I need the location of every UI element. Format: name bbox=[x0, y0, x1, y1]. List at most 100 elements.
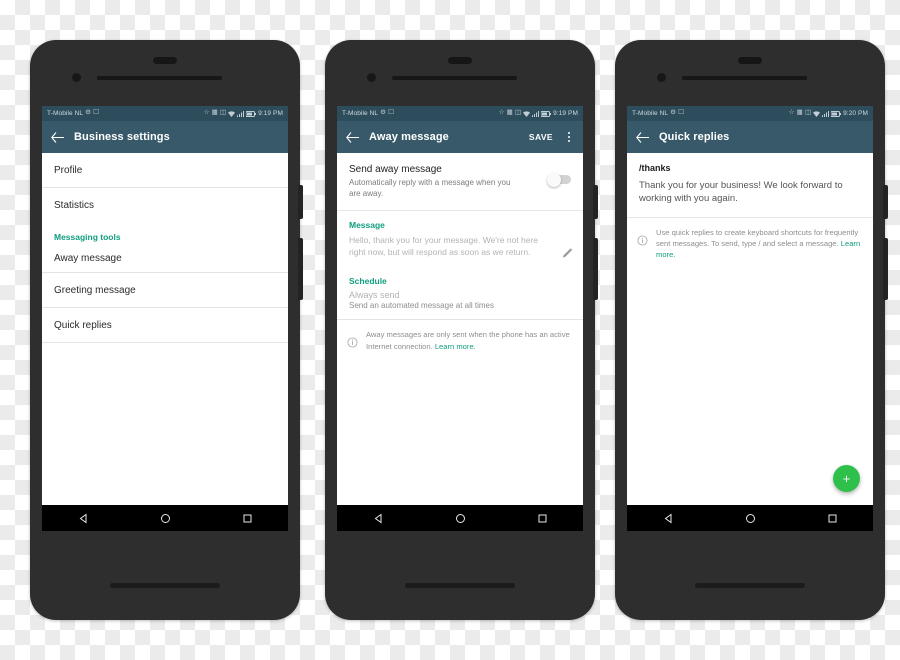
phone3-content: /thanks Thank you for your business! We … bbox=[627, 153, 873, 505]
speaker-grille-icon bbox=[97, 76, 222, 80]
vibrate-icon: ◫ bbox=[804, 109, 812, 117]
nav-recents-icon[interactable] bbox=[242, 513, 253, 524]
alarm-icon: ⚙ bbox=[670, 109, 677, 117]
bluetooth-icon: ☆ bbox=[203, 109, 210, 117]
away-message-text[interactable]: Hello, thank you for your message. We're… bbox=[337, 234, 583, 268]
send-away-message-subtitle: Automatically reply with a message when … bbox=[349, 178, 511, 198]
list-item-greeting-message[interactable]: Greeting message bbox=[42, 273, 288, 308]
info-text: Away messages are only sent when the pho… bbox=[366, 329, 571, 353]
info-icon bbox=[347, 335, 358, 353]
page-title: Quick replies bbox=[659, 131, 730, 143]
phone1-content: Profile Statistics Messaging tools Away … bbox=[42, 153, 288, 505]
front-camera-icon bbox=[72, 73, 81, 82]
add-quick-reply-fab[interactable]: + bbox=[833, 465, 860, 492]
list-item-label: Profile bbox=[54, 164, 83, 176]
page-title: Away message bbox=[369, 131, 449, 143]
volume-button[interactable] bbox=[298, 238, 303, 300]
speaker-grille-icon bbox=[392, 76, 517, 80]
overflow-menu-icon[interactable] bbox=[563, 132, 575, 142]
nav-recents-icon[interactable] bbox=[827, 513, 838, 524]
away-message-value: Hello, thank you for your message. We're… bbox=[349, 234, 539, 257]
toolbar: Business settings bbox=[42, 121, 288, 153]
clock-label: 9:20 PM bbox=[843, 110, 868, 117]
info-box: Use quick replies to create keyboard sho… bbox=[627, 218, 873, 270]
screenshot-icon: ☐ bbox=[678, 109, 685, 117]
screenshot-icon: ☐ bbox=[388, 109, 395, 117]
earpiece-slot-icon bbox=[153, 57, 177, 64]
section-header-message: Message bbox=[349, 219, 385, 230]
status-bar-right: ☆ ▦ ◫ 9:19 PM bbox=[204, 110, 283, 117]
chin-bar bbox=[695, 583, 805, 588]
wifi-icon bbox=[523, 110, 531, 117]
wifi-icon bbox=[228, 110, 236, 117]
alarm-icon: ⚙ bbox=[380, 109, 387, 117]
nav-back-icon[interactable] bbox=[78, 513, 89, 524]
list-item-label: Greeting message bbox=[54, 284, 136, 296]
status-bar: T-Mobile NL ⚙ ☐ ☆ ▦ ◫ bbox=[627, 106, 873, 121]
nav-recents-icon[interactable] bbox=[537, 513, 548, 524]
nav-home-icon[interactable] bbox=[455, 513, 466, 524]
list-item-away-message[interactable]: Away message bbox=[42, 245, 288, 273]
save-button[interactable]: SAVE bbox=[529, 132, 553, 142]
page-title: Business settings bbox=[74, 131, 170, 143]
phone3-screen: T-Mobile NL ⚙ ☐ ☆ ▦ ◫ 9:20 PM Quick repl… bbox=[627, 106, 873, 531]
status-bar-right: ☆ ▦ ◫ 9:19 PM bbox=[499, 110, 578, 117]
status-bar-right: ☆ ▦ ◫ 9:20 PM bbox=[789, 110, 868, 117]
phone1-screen: T-Mobile NL ⚙ ☐ ☆ ▦ ◫ 9:19 PM Business s… bbox=[42, 106, 288, 531]
quick-reply-text: Thank you for your business! We look for… bbox=[639, 180, 843, 205]
status-bar-left: T-Mobile NL ⚙ ☐ bbox=[342, 110, 394, 117]
info-message: Use quick replies to create keyboard sho… bbox=[656, 227, 859, 248]
speaker-grille-icon bbox=[682, 76, 807, 80]
power-button[interactable] bbox=[298, 185, 303, 219]
clock-label: 9:19 PM bbox=[553, 110, 578, 117]
list-item-label: Away message bbox=[54, 253, 122, 264]
power-button[interactable] bbox=[883, 185, 888, 219]
schedule-description: Send an automated message at all times bbox=[349, 301, 494, 311]
quick-reply-item[interactable]: /thanks Thank you for your business! We … bbox=[627, 153, 873, 217]
signal-icon bbox=[822, 110, 830, 117]
nav-back-icon[interactable] bbox=[373, 513, 384, 524]
android-navigation-bar bbox=[627, 505, 873, 531]
status-bar: T-Mobile NL ⚙ ☐ ☆ ▦ ◫ bbox=[337, 106, 583, 121]
sim-icon: ▦ bbox=[796, 109, 803, 117]
earpiece-slot-icon bbox=[448, 57, 472, 64]
status-bar-left: T-Mobile NL ⚙ ☐ bbox=[632, 110, 684, 117]
chin-bar bbox=[110, 583, 220, 588]
toolbar: Quick replies bbox=[627, 121, 873, 153]
nav-home-icon[interactable] bbox=[160, 513, 171, 524]
list-item-quick-replies[interactable]: Quick replies bbox=[42, 308, 288, 343]
phone2-content: Send away message Automatically reply wi… bbox=[337, 153, 583, 505]
nav-back-icon[interactable] bbox=[663, 513, 674, 524]
chin-bar bbox=[405, 583, 515, 588]
send-away-message-title: Send away message bbox=[349, 164, 442, 175]
schedule-value[interactable]: Always send bbox=[337, 290, 583, 301]
list-item-label: Quick replies bbox=[54, 319, 112, 331]
section-header-messaging-tools: Messaging tools bbox=[54, 232, 121, 242]
back-arrow-icon[interactable] bbox=[345, 130, 359, 144]
learn-more-link[interactable]: Learn more. bbox=[435, 342, 476, 351]
phone-quick-replies: T-Mobile NL ⚙ ☐ ☆ ▦ ◫ 9:20 PM Quick repl… bbox=[615, 40, 888, 620]
send-away-message-toggle[interactable] bbox=[547, 172, 571, 187]
vibrate-icon: ◫ bbox=[514, 109, 522, 117]
back-arrow-icon[interactable] bbox=[635, 130, 649, 144]
list-item-label: Statistics bbox=[54, 199, 95, 211]
back-arrow-icon[interactable] bbox=[50, 130, 64, 144]
toolbar: Away message SAVE bbox=[337, 121, 583, 153]
alarm-icon: ⚙ bbox=[85, 109, 92, 117]
battery-icon bbox=[831, 110, 842, 117]
list-item-statistics[interactable]: Statistics bbox=[42, 188, 288, 222]
nav-home-icon[interactable] bbox=[745, 513, 756, 524]
power-button[interactable] bbox=[593, 185, 598, 219]
send-away-message-row[interactable]: Send away message Automatically reply wi… bbox=[337, 153, 583, 211]
signal-icon bbox=[237, 110, 245, 117]
carrier-label: T-Mobile NL bbox=[632, 110, 669, 117]
battery-icon bbox=[246, 110, 257, 117]
volume-button[interactable] bbox=[593, 238, 598, 300]
toggle-knob bbox=[547, 172, 561, 187]
bluetooth-icon: ☆ bbox=[788, 109, 795, 117]
list-item-profile[interactable]: Profile bbox=[42, 153, 288, 188]
volume-button[interactable] bbox=[883, 238, 888, 300]
pencil-icon[interactable] bbox=[562, 247, 573, 262]
sim-icon: ▦ bbox=[211, 109, 218, 117]
sim-icon: ▦ bbox=[506, 109, 513, 117]
